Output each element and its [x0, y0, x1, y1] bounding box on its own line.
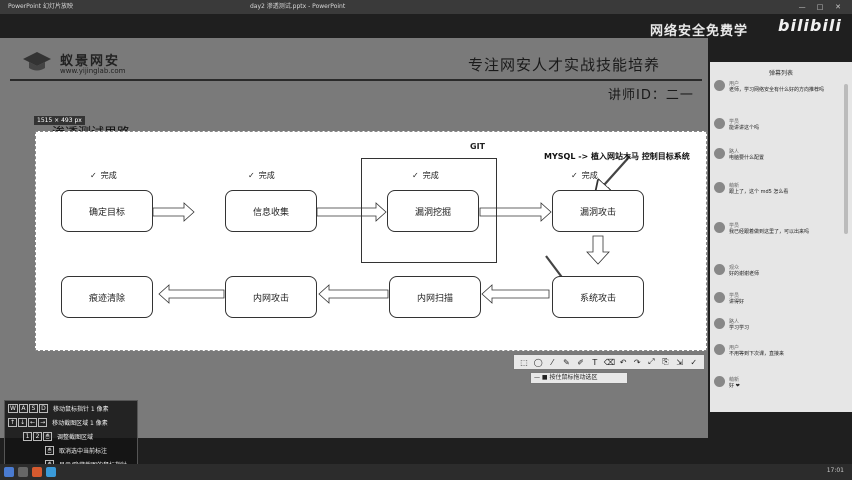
avatar [714, 318, 725, 329]
slogan: 专注网安人才实战技能培养 [468, 56, 661, 74]
start-icon[interactable] [4, 467, 14, 477]
done-mark-3: ✓ 完成 [412, 171, 439, 180]
chat-scrollbar[interactable] [844, 84, 848, 234]
avatar [714, 118, 725, 129]
avatar [714, 148, 725, 159]
step-intranet-scan: 内网扫描 [389, 276, 481, 318]
taskbar: 17:01 [0, 464, 852, 480]
hint-row: 1 2 🖱 调整截图区域 [5, 429, 137, 443]
avatar [714, 222, 725, 233]
done-mark-1: ✓ 完成 [90, 171, 117, 180]
done-mark-2: ✓ 完成 [248, 171, 275, 180]
screenshot-toolbar: ⬚ ◯ ⁄ ✎ ✐ T ⌫ ↶ ↷ ⤢ ⎘ ⇲ ✓ [513, 354, 705, 370]
done-mark-4: ✓ 完成 [571, 171, 598, 180]
hint-row: ↑ ↓ ← → 移动截图区域 1 像素 [8, 417, 108, 427]
ellipse-tool-icon[interactable]: ◯ [533, 358, 543, 367]
close-button[interactable]: ✕ [830, 0, 846, 14]
search-icon[interactable] [18, 467, 28, 477]
eraser-tool-icon[interactable]: ⌫ [604, 358, 615, 367]
window-doc-title: PowerPoint 幻灯片放映 [8, 3, 73, 10]
arrow-down [586, 235, 610, 265]
checkmark-icon: ✓ [90, 171, 97, 180]
confirm-icon[interactable]: ✓ [689, 358, 699, 367]
avatar [714, 292, 725, 303]
shortcut-hints-panel: WASD 移动鼠标指针 1 像素 ↑ ↓ ← → 移动截图区域 1 像素 1 2 🖱 调整… [4, 400, 138, 474]
avatar [714, 264, 725, 275]
pen-tool-icon[interactable]: ✎ [561, 358, 571, 367]
maximize-button[interactable]: □ [812, 0, 828, 14]
avatar [714, 376, 725, 387]
save-icon[interactable]: ⇲ [675, 358, 685, 367]
minimize-button[interactable]: — [794, 0, 810, 14]
checkmark-icon: ✓ [248, 171, 255, 180]
window-controls: — □ ✕ [794, 0, 846, 15]
watermark-text: 网络安全免费学 [650, 24, 749, 39]
window-center-title: day2 渗透测试.pptx - PowerPoint [250, 3, 346, 10]
line-tool-icon[interactable]: ⁄ [547, 358, 557, 367]
copy-icon[interactable]: ⎘ [660, 357, 670, 367]
marker-tool-icon[interactable]: ✐ [576, 358, 586, 367]
screenshot-subbar[interactable]: — ■ 按住鼠标拖动选区 [530, 372, 628, 384]
checkmark-icon: ✓ [412, 171, 419, 180]
avatar [714, 182, 725, 193]
chat-title: 弹幕列表 [768, 70, 793, 77]
bilibili-logo: bilibili [778, 16, 842, 35]
clock: 17:01 [826, 467, 844, 474]
selection-size-badge: 1515 × 493 px [34, 116, 85, 125]
checkmark-icon: ✓ [571, 171, 578, 180]
browser-icon[interactable] [46, 467, 56, 477]
mouse-icon: 🖱 [45, 445, 54, 455]
step-info-gathering: 信息收集 [225, 190, 317, 232]
pin-icon[interactable]: ⤢ [646, 357, 656, 367]
git-label: GIT [470, 142, 485, 151]
undo-icon[interactable]: ↶ [618, 358, 628, 367]
step-intranet-attack: 内网攻击 [225, 276, 317, 318]
step-confirm-target: 确定目标 [61, 190, 153, 232]
step-vuln-discovery: 漏洞挖掘 [387, 190, 479, 232]
hint-row: 🖱 取消选中当前标注 [5, 443, 137, 457]
header-divider [10, 79, 702, 81]
avatar [714, 344, 725, 355]
teacher-id: 讲师ID：二一 [608, 88, 694, 103]
chat-panel: 弹幕列表 用户 老师，学习网络安全有什么好的方向推荐吗 学员 能讲讲这个吗 路人 电脑… [710, 62, 852, 412]
redo-icon[interactable]: ↷ [632, 358, 642, 367]
window-titlebar: PowerPoint 幻灯片放映 day2 渗透测试.pptx - PowerP… [0, 0, 852, 14]
brand-url: www.yijinglab.com [60, 67, 126, 75]
mysql-annotation: MYSQL -> 植入网站木马 控制目标系统 [544, 152, 690, 161]
graduation-cap-icon [23, 52, 51, 71]
powerpoint-icon[interactable] [32, 467, 42, 477]
step-system-attack: 系统攻击 [552, 276, 644, 318]
screen: PowerPoint 幻灯片放映 day2 渗透测试.pptx - PowerP… [0, 0, 852, 480]
hint-row: WASD 移动鼠标指针 1 像素 [8, 403, 109, 413]
step-trace-clearing: 痕迹清除 [61, 276, 153, 318]
step-vuln-attack: 漏洞攻击 [552, 190, 644, 232]
screenshot-selection[interactable]: GIT MYSQL -> 植入网站木马 控制目标系统 ✓ 完成 ✓ 完成 ✓ 完成 ✓… [35, 131, 707, 351]
rect-tool-icon[interactable]: ⬚ [519, 358, 529, 367]
avatar [714, 80, 725, 91]
text-tool-icon[interactable]: T [590, 358, 600, 367]
